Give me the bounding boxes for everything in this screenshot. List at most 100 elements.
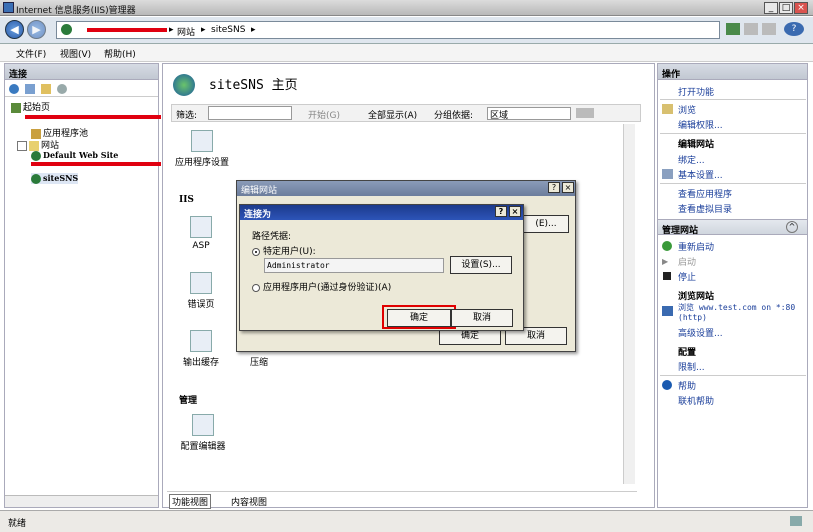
action-view-applications[interactable]: 查看应用程序	[678, 187, 732, 200]
view-tabs: 功能视图 内容视图	[167, 491, 637, 509]
feature-asp[interactable]: ASP	[171, 216, 231, 251]
connections-header: 连接	[5, 64, 158, 80]
action-advanced-settings[interactable]: 高级设置...	[678, 326, 723, 339]
connect-as-help-button[interactable]: ?	[495, 206, 507, 217]
error-pages-icon	[190, 272, 212, 294]
feature-label: 错误页	[187, 300, 215, 310]
refresh-icon[interactable]	[726, 23, 740, 35]
home-icon[interactable]	[762, 23, 776, 35]
action-edit-permissions[interactable]: 编辑权限...	[678, 118, 723, 131]
explore-icon	[662, 104, 673, 114]
close-button[interactable]: ×	[794, 2, 808, 14]
window-title: Internet 信息服务(IIS)管理器	[16, 6, 136, 16]
stop-icon[interactable]	[744, 23, 758, 35]
edit-site-help-button[interactable]: ?	[548, 182, 560, 193]
set-credentials-button[interactable]: 设置(S)...	[450, 256, 512, 274]
action-help[interactable]: 帮助	[678, 379, 696, 392]
address-field[interactable]: ▸ 网站 ▸ siteSNS ▸	[56, 21, 720, 39]
tree-item-start-page[interactable]: 起始页	[11, 100, 50, 113]
actions-pane: 操作 打开功能 浏览 编辑权限... 编辑网站 绑定... 基本设置... 查看…	[657, 63, 808, 508]
feature-config-editor[interactable]: 配置编辑器	[171, 414, 235, 452]
filter-start-button[interactable]: 开始(G)	[308, 108, 340, 121]
manage-site-section[interactable]: 管理网站 ^	[658, 219, 807, 236]
menu-view[interactable]: 视图(V)	[60, 47, 91, 60]
content-vscrollbar[interactable]	[623, 124, 635, 484]
feature-label: ASP	[192, 241, 210, 251]
connections-pane: 连接 起始页 应用程序池 网站 Default Web Site siteSNS	[4, 63, 161, 508]
help-icon	[662, 380, 672, 390]
tab-features-view[interactable]: 功能视图	[169, 494, 212, 509]
output-cache-icon	[190, 330, 212, 352]
globe-icon	[31, 174, 41, 184]
edit-site-close-button[interactable]: ×	[562, 182, 574, 193]
maximize-button[interactable]: □	[779, 2, 793, 14]
specific-user-option[interactable]: 特定用户(U):	[252, 244, 316, 257]
specific-user-radio[interactable]	[252, 247, 260, 256]
action-browse-url[interactable]: 浏览 www.test.com on *:80 (http)	[678, 303, 804, 323]
action-online-help[interactable]: 联机帮助	[678, 394, 714, 407]
feature-label: 配置编辑器	[180, 442, 226, 452]
feature-app-settings[interactable]: 应用程序设置	[167, 130, 237, 168]
filter-input[interactable]	[208, 106, 292, 120]
asp-icon	[190, 216, 212, 238]
left-hscrollbar[interactable]	[5, 495, 158, 507]
restart-icon	[662, 241, 672, 251]
connect-as-cancel-button[interactable]: 取消	[451, 309, 513, 327]
tree-label: siteSNS	[43, 173, 79, 183]
expand-icon[interactable]	[17, 140, 27, 151]
back-icon[interactable]: ◀	[5, 20, 24, 39]
save-icon[interactable]	[25, 84, 35, 94]
feature-output-cache[interactable]: 输出缓存	[171, 330, 231, 368]
remove-connection-icon[interactable]	[57, 84, 67, 94]
forward-icon[interactable]: ▶	[27, 20, 46, 39]
feature-error-pages[interactable]: 错误页	[171, 272, 231, 310]
connect-icon[interactable]	[9, 84, 19, 94]
address-sep-2: ▸	[201, 25, 206, 35]
page-title: siteSNS 主页	[209, 78, 298, 93]
separator	[660, 133, 806, 134]
tree-item-sitesns[interactable]: siteSNS	[31, 173, 79, 184]
view-mode-icon[interactable]	[576, 108, 594, 118]
tab-content-view[interactable]: 内容视图	[231, 495, 267, 508]
minimize-button[interactable]: _	[764, 2, 778, 14]
connect-as-close-button[interactable]: ×	[509, 206, 521, 217]
action-view-virtual-dirs[interactable]: 查看虚拟目录	[678, 202, 732, 215]
menu-bar: 文件(F) 视图(V) 帮助(H)	[0, 44, 813, 62]
site-globe-icon	[173, 74, 195, 96]
action-restart[interactable]: 重新启动	[678, 240, 714, 253]
menu-help[interactable]: 帮助(H)	[104, 47, 136, 60]
address-crumb-sites[interactable]: 网站	[177, 25, 195, 38]
manage-site-title: 管理网站	[662, 226, 699, 236]
action-basic-settings[interactable]: 基本设置...	[678, 168, 723, 181]
collapse-icon[interactable]: ^	[786, 221, 798, 233]
tree-item-default-site[interactable]: Default Web Site	[31, 150, 118, 161]
filter-label: 筛选:	[176, 111, 198, 121]
specific-user-field[interactable]: Administrator	[264, 258, 444, 273]
feature-label: 压缩	[249, 358, 268, 368]
action-start: 启动	[678, 258, 697, 268]
up-icon[interactable]	[41, 84, 51, 94]
group-by-select[interactable]: 区域	[487, 107, 571, 121]
folder-icon	[29, 140, 39, 151]
feature-label: 输出缓存	[182, 358, 219, 368]
menu-file[interactable]: 文件(F)	[16, 47, 46, 60]
action-open-feature[interactable]: 打开功能	[678, 85, 714, 98]
edit-site-path-button[interactable]: (E)...	[523, 215, 569, 233]
action-limits[interactable]: 限制...	[678, 360, 705, 373]
action-explore[interactable]: 浏览	[678, 103, 696, 116]
action-stop[interactable]: 停止	[678, 270, 696, 283]
app-user-option[interactable]: 应用程序用户(通过身份验证)(A)	[252, 280, 391, 293]
heading-browse-site: 浏览网站	[678, 292, 715, 302]
show-all-button[interactable]: 全部显示(A)	[368, 108, 417, 121]
help-icon[interactable]: ?	[784, 22, 804, 36]
separator	[660, 183, 806, 184]
filter-bar: 筛选: 开始(G) 全部显示(A) 分组依据: 区域	[171, 104, 641, 122]
address-crumb-sitesns[interactable]: siteSNS	[211, 25, 245, 35]
action-bindings[interactable]: 绑定...	[678, 153, 705, 166]
app-user-radio[interactable]	[252, 283, 260, 292]
app-user-label: 应用程序用户(通过身份验证)(A)	[263, 283, 392, 293]
start-page-icon	[11, 102, 21, 113]
browse-icon	[662, 306, 673, 316]
connect-as-ok-button[interactable]: 确定	[387, 309, 451, 327]
config-editor-icon	[192, 414, 214, 436]
